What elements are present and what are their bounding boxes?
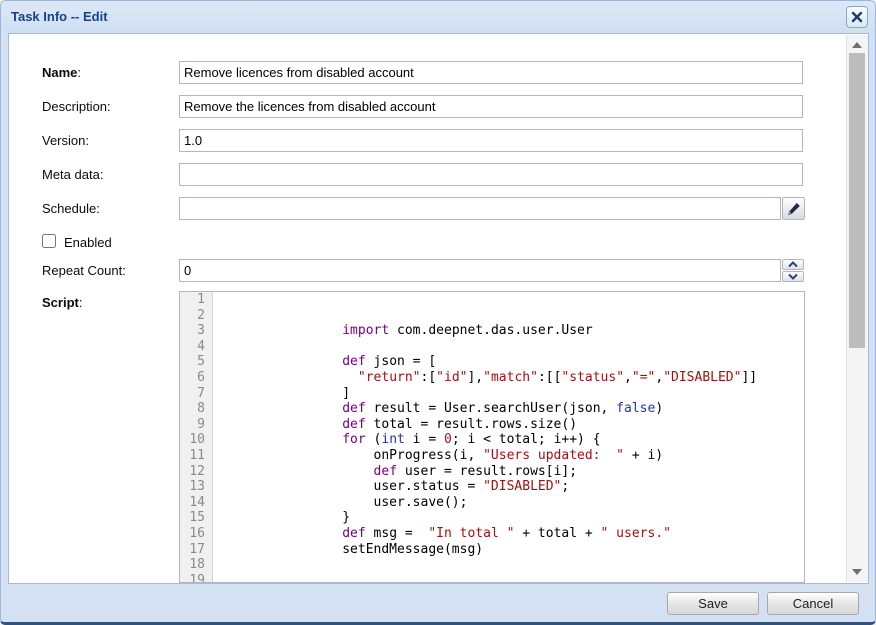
script-label-colon: : [79, 295, 83, 310]
pencil-icon [787, 202, 801, 216]
dialog-body: Name: Description: Version: Meta data: S… [8, 33, 869, 584]
repeat-count-label: Repeat Count: [42, 263, 126, 278]
chevron-down-icon [787, 273, 799, 280]
name-label-colon: : [77, 65, 81, 80]
description-label: Description: [42, 99, 111, 114]
enabled-checkbox[interactable] [42, 234, 56, 248]
enabled-label: Enabled [64, 235, 112, 250]
script-editor[interactable]: 12345678910111213141516171819 import com… [179, 291, 805, 583]
version-input[interactable] [179, 129, 803, 152]
name-input[interactable] [179, 61, 803, 84]
repeat-count-spin-down[interactable] [782, 271, 804, 282]
cancel-button[interactable]: Cancel [767, 592, 859, 615]
dialog-scrollbar[interactable] [846, 35, 868, 582]
close-button[interactable] [846, 6, 868, 28]
repeat-count-input[interactable] [179, 259, 781, 282]
schedule-edit-button[interactable] [782, 197, 805, 220]
version-label: Version: [42, 133, 89, 148]
meta-data-input[interactable] [179, 163, 803, 186]
description-input[interactable] [179, 95, 803, 118]
scrollbar-thumb[interactable] [849, 53, 865, 348]
repeat-count-spin-up[interactable] [782, 259, 804, 270]
scroll-down-arrow-icon[interactable] [852, 569, 862, 575]
name-label-text: Name [42, 65, 77, 80]
name-label: Name: [42, 65, 81, 80]
task-info-edit-dialog: Task Info -- Edit Name: Description: Ver… [0, 0, 876, 625]
dialog-title: Task Info -- Edit [11, 9, 108, 24]
schedule-input[interactable] [179, 197, 781, 220]
schedule-label: Schedule: [42, 201, 100, 216]
chevron-up-icon [787, 261, 799, 268]
meta-data-label: Meta data: [42, 167, 103, 182]
script-label-text: Script [42, 295, 79, 310]
scroll-up-arrow-icon[interactable] [852, 42, 862, 48]
line-number-gutter: 12345678910111213141516171819 [180, 292, 213, 582]
script-label: Script: [42, 295, 82, 310]
save-button[interactable]: Save [667, 592, 759, 615]
dialog-titlebar: Task Info -- Edit [1, 1, 875, 33]
close-icon [851, 11, 863, 23]
script-code-area[interactable]: import com.deepnet.das.user.User def jso… [217, 292, 804, 582]
